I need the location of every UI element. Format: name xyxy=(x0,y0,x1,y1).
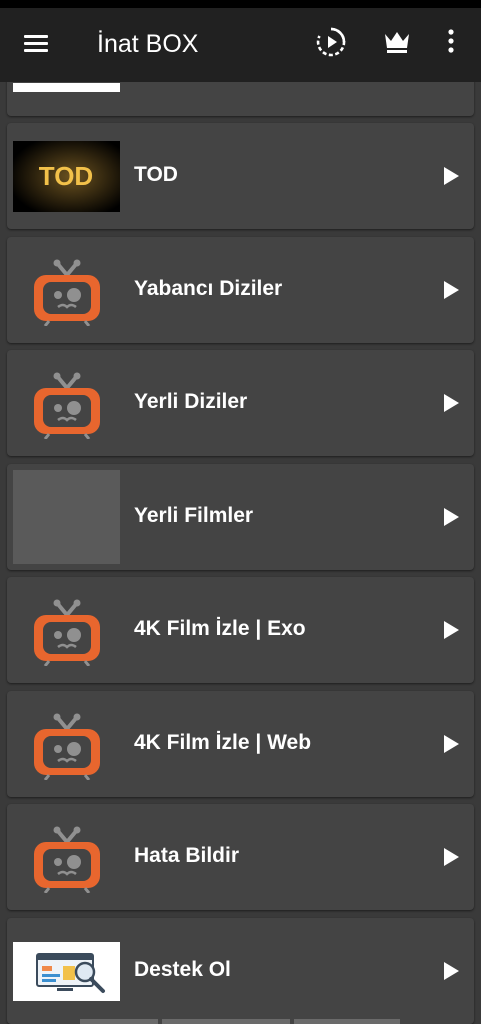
play-arrow-icon xyxy=(444,508,459,526)
tod-logo-text: TOD xyxy=(39,161,93,191)
item-label: Yerli Filmler xyxy=(134,504,254,527)
more-vert-icon[interactable] xyxy=(435,26,467,58)
tod-logo-thumbnail: TOD xyxy=(13,141,120,212)
item-label: Destek Ol xyxy=(134,958,231,981)
item-label: 4K Film İzle | Web xyxy=(134,731,312,754)
list-item[interactable] xyxy=(7,82,474,116)
channel-list: TOD TOD Yabancı Diziler Yerli Diziler Ye… xyxy=(0,82,481,1024)
play-arrow-icon xyxy=(444,621,459,639)
play-arrow-icon xyxy=(444,848,459,866)
status-bar xyxy=(0,0,481,8)
item-label: Hata Bildir xyxy=(134,844,240,867)
play-arrow-icon xyxy=(444,962,459,980)
analytics-screen-icon xyxy=(13,942,120,1001)
list-item-tod[interactable]: TOD TOD xyxy=(7,123,474,229)
play-arrow-icon xyxy=(444,281,459,299)
tv-mascot-icon xyxy=(34,599,100,666)
item-label: 4K Film İzle | Exo xyxy=(134,617,306,640)
tv-mascot-icon xyxy=(34,259,100,326)
item-label: TOD xyxy=(134,163,178,186)
list-item-destek-ol[interactable]: Destek Ol xyxy=(7,918,474,1024)
list-item-4k-film-exo[interactable]: 4K Film İzle | Exo xyxy=(7,577,474,683)
hamburger-menu-icon[interactable] xyxy=(22,30,50,58)
play-arrow-icon xyxy=(444,167,459,185)
placeholder-thumbnail xyxy=(13,470,120,564)
play-circle-icon[interactable] xyxy=(315,26,347,58)
list-item-yerli-filmler[interactable]: Yerli Filmler xyxy=(7,464,474,570)
tv-mascot-icon xyxy=(34,713,100,780)
item-label: Yabancı Diziler xyxy=(134,277,283,300)
item-label: Yerli Diziler xyxy=(134,390,248,413)
play-arrow-icon xyxy=(444,735,459,753)
app-title: İnat BOX xyxy=(97,30,199,58)
list-item-yerli-diziler[interactable]: Yerli Diziler xyxy=(7,350,474,456)
app-bar: İnat BOX xyxy=(0,8,481,82)
tv-mascot-icon xyxy=(34,372,100,439)
list-item-hata-bildir[interactable]: Hata Bildir xyxy=(7,804,474,910)
play-arrow-icon xyxy=(444,394,459,412)
bottom-nav-indicator xyxy=(80,1019,400,1024)
list-item-4k-film-web[interactable]: 4K Film İzle | Web xyxy=(7,691,474,797)
list-item-yabanci-diziler[interactable]: Yabancı Diziler xyxy=(7,237,474,343)
crown-icon[interactable] xyxy=(381,26,413,58)
thumbnail-image xyxy=(13,83,120,92)
tv-mascot-icon xyxy=(34,826,100,893)
